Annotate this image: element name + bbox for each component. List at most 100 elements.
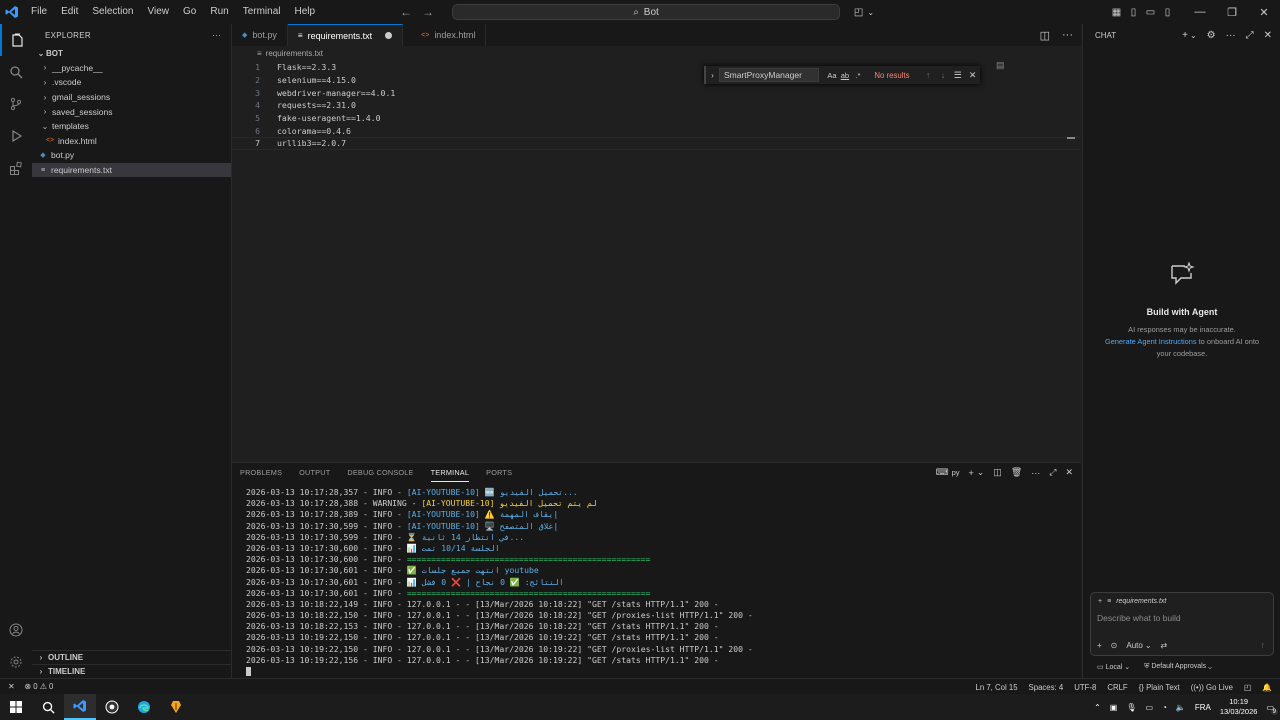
tab-problems[interactable]: PROBLEMS (240, 463, 282, 482)
tools-icon[interactable]: ⊙ (1111, 641, 1118, 650)
indentation[interactable]: Spaces: 4 (1029, 683, 1064, 692)
menu-terminal[interactable]: Terminal (236, 0, 288, 24)
line-content[interactable]: fake-useragent==1.4.0 (260, 113, 381, 123)
code-line[interactable]: 7 urllib3==2.0.7 (232, 137, 1081, 150)
minimize-icon[interactable]: — (1184, 6, 1216, 18)
chat-input-box[interactable]: + ≡ requirements.txt Describe what to bu… (1090, 592, 1274, 656)
more-actions-icon[interactable]: ··· (212, 31, 221, 40)
notifications-bell-icon[interactable]: 🔔 (1262, 683, 1272, 692)
tray-chevron-up-icon[interactable]: ⌃ (1094, 703, 1101, 712)
tree-file-requirements[interactable]: ≡ requirements.txt (32, 162, 231, 178)
taskbar-edge-icon[interactable] (128, 694, 160, 720)
more-actions-icon[interactable]: ··· (1226, 30, 1236, 41)
code-line[interactable]: 6 colorama==0.4.6 (232, 124, 1081, 137)
command-center[interactable]: ⌕ Bot (452, 4, 840, 20)
toggle-panel-icon[interactable]: ▭ (1142, 7, 1159, 18)
taskbar-clock[interactable]: 10:19 13/03/2026 (1220, 697, 1258, 717)
match-whole-word-icon[interactable]: ab (838, 71, 851, 80)
menu-view[interactable]: View (141, 0, 177, 24)
taskbar-search-icon[interactable] (32, 694, 64, 720)
new-chat-plus-icon[interactable]: + (1182, 30, 1188, 41)
find-input[interactable]: SmartProxyManager (718, 68, 820, 82)
tree-folder-pycache[interactable]: › __pycache__ (32, 61, 231, 76)
code-line[interactable]: 5 fake-useragent==1.4.0 (232, 112, 1081, 125)
line-content[interactable]: webdriver-manager==4.0.1 (260, 88, 395, 98)
network-icon[interactable]: ◔ (1162, 703, 1167, 712)
toggle-secondary-sidebar-icon[interactable]: ▯ (1159, 7, 1176, 18)
close-chat-icon[interactable]: ✕ (1264, 30, 1272, 41)
find-in-selection-icon[interactable]: ☰ (950, 70, 965, 81)
chat-settings-gear-icon[interactable]: ⚙ (1207, 30, 1216, 41)
menu-help[interactable]: Help (288, 0, 323, 24)
windows-start-icon[interactable] (0, 694, 32, 720)
next-match-arrow-icon[interactable]: ↓ (936, 70, 951, 80)
menu-file[interactable]: File (24, 0, 54, 24)
go-live-button[interactable]: ((•)) Go Live (1191, 683, 1233, 692)
chevron-down-icon[interactable]: ⌄ (1190, 31, 1197, 40)
tray-display-icon[interactable]: ▭ (1146, 703, 1154, 712)
mode-picker[interactable]: Auto (1126, 641, 1142, 650)
line-content[interactable]: colorama==0.4.6 (260, 126, 351, 136)
forward-arrow-icon[interactable]: → (422, 5, 434, 19)
tree-folder-vscode[interactable]: › .vscode (32, 75, 231, 90)
taskbar-chrome-icon[interactable] (96, 694, 128, 720)
tree-file-index-html[interactable]: <> index.html (32, 134, 231, 149)
cursor-position[interactable]: Ln 7, Col 15 (975, 683, 1017, 692)
taskbar-app-icon[interactable] (160, 694, 192, 720)
close-window-icon[interactable]: ✕ (1248, 6, 1280, 19)
terminal-output[interactable]: 2026-03-13 10:17:28,357 - INFO - [AI-YOU… (246, 487, 1066, 676)
context-chip[interactable]: + ≡ requirements.txt (1098, 598, 1273, 605)
chat-input-placeholder[interactable]: Describe what to build (1097, 613, 1273, 623)
terminal-shell-icon[interactable]: ⌨ (936, 467, 949, 478)
chevron-down-icon[interactable]: ⌄ (977, 467, 985, 478)
volume-icon[interactable]: 🔈 (1176, 703, 1186, 712)
tab-index-html[interactable]: <> index.html (403, 24, 487, 46)
attach-plus-icon[interactable]: + (1097, 641, 1102, 650)
tab-ports[interactable]: PORTS (486, 463, 512, 482)
unsaved-dot-icon[interactable] (385, 32, 393, 39)
tray-app-icon[interactable]: ▣ (1110, 703, 1118, 712)
menu-edit[interactable]: Edit (54, 0, 85, 24)
close-find-icon[interactable]: ✕ (965, 70, 980, 81)
layout-customize-icon[interactable]: ▦ (1108, 7, 1125, 18)
tree-folder-saved-sessions[interactable]: › saved_sessions (32, 104, 231, 119)
toggle-replace-chevron-icon[interactable]: › (706, 71, 719, 80)
tab-debug-console[interactable]: DEBUG CONSOLE (347, 463, 413, 482)
language-mode[interactable]: {} Plain Text (1139, 683, 1180, 692)
configure-tools-icon[interactable]: ⇄ (1161, 641, 1168, 650)
line-content[interactable]: urllib3==2.0.7 (260, 138, 346, 148)
maximize-chat-icon[interactable]: ⤢ (1246, 30, 1254, 41)
tree-folder-templates[interactable]: ⌄ templates (32, 119, 231, 134)
restore-icon[interactable]: ❐ (1216, 6, 1248, 19)
match-case-icon[interactable]: Aa (825, 71, 838, 80)
close-panel-icon[interactable]: ✕ (1065, 467, 1073, 478)
microphone-icon[interactable]: 🎙 (1126, 703, 1136, 712)
tab-bot-py[interactable]: ◆ bot.py (232, 24, 288, 46)
keyboard-language[interactable]: FRA (1195, 703, 1211, 712)
copilot-status-icon[interactable]: ◰ (1244, 683, 1251, 692)
menu-run[interactable]: Run (203, 0, 235, 24)
more-actions-icon[interactable]: ··· (1031, 468, 1040, 478)
split-editor-icon[interactable]: ◫ (1040, 29, 1050, 42)
terminal-shell-label[interactable]: py (952, 468, 960, 477)
search-icon[interactable] (0, 56, 32, 88)
tab-requirements-txt[interactable]: ≡ requirements.txt (287, 24, 404, 46)
previous-match-arrow-icon[interactable]: ↑ (921, 70, 936, 80)
code-line[interactable]: 3 webdriver-manager==4.0.1 (232, 86, 1081, 99)
account-icon[interactable] (0, 614, 32, 646)
approvals-picker[interactable]: ⛨ Default Approvals ⌄ (1144, 663, 1212, 671)
split-terminal-icon[interactable]: ◫ (993, 467, 1002, 478)
back-arrow-icon[interactable]: ← (400, 5, 412, 19)
manage-gear-icon[interactable] (0, 646, 32, 678)
more-actions-icon[interactable]: ··· (1062, 29, 1073, 41)
tree-folder-gmail-sessions[interactable]: › gmail_sessions (32, 90, 231, 105)
explorer-icon[interactable] (0, 24, 32, 56)
new-terminal-plus-icon[interactable]: + (968, 468, 973, 478)
encoding[interactable]: UTF-8 (1074, 683, 1096, 692)
taskbar-vscode-icon[interactable] (64, 694, 96, 720)
tab-terminal[interactable]: TERMINAL (430, 463, 470, 482)
copilot-menu-button[interactable]: ◰ ⌄ (848, 4, 880, 20)
notification-center-icon[interactable]: ▭ 9 (1266, 703, 1278, 715)
menu-go[interactable]: Go (176, 0, 203, 24)
kill-terminal-trash-icon[interactable]: 🗑 (1011, 467, 1022, 478)
